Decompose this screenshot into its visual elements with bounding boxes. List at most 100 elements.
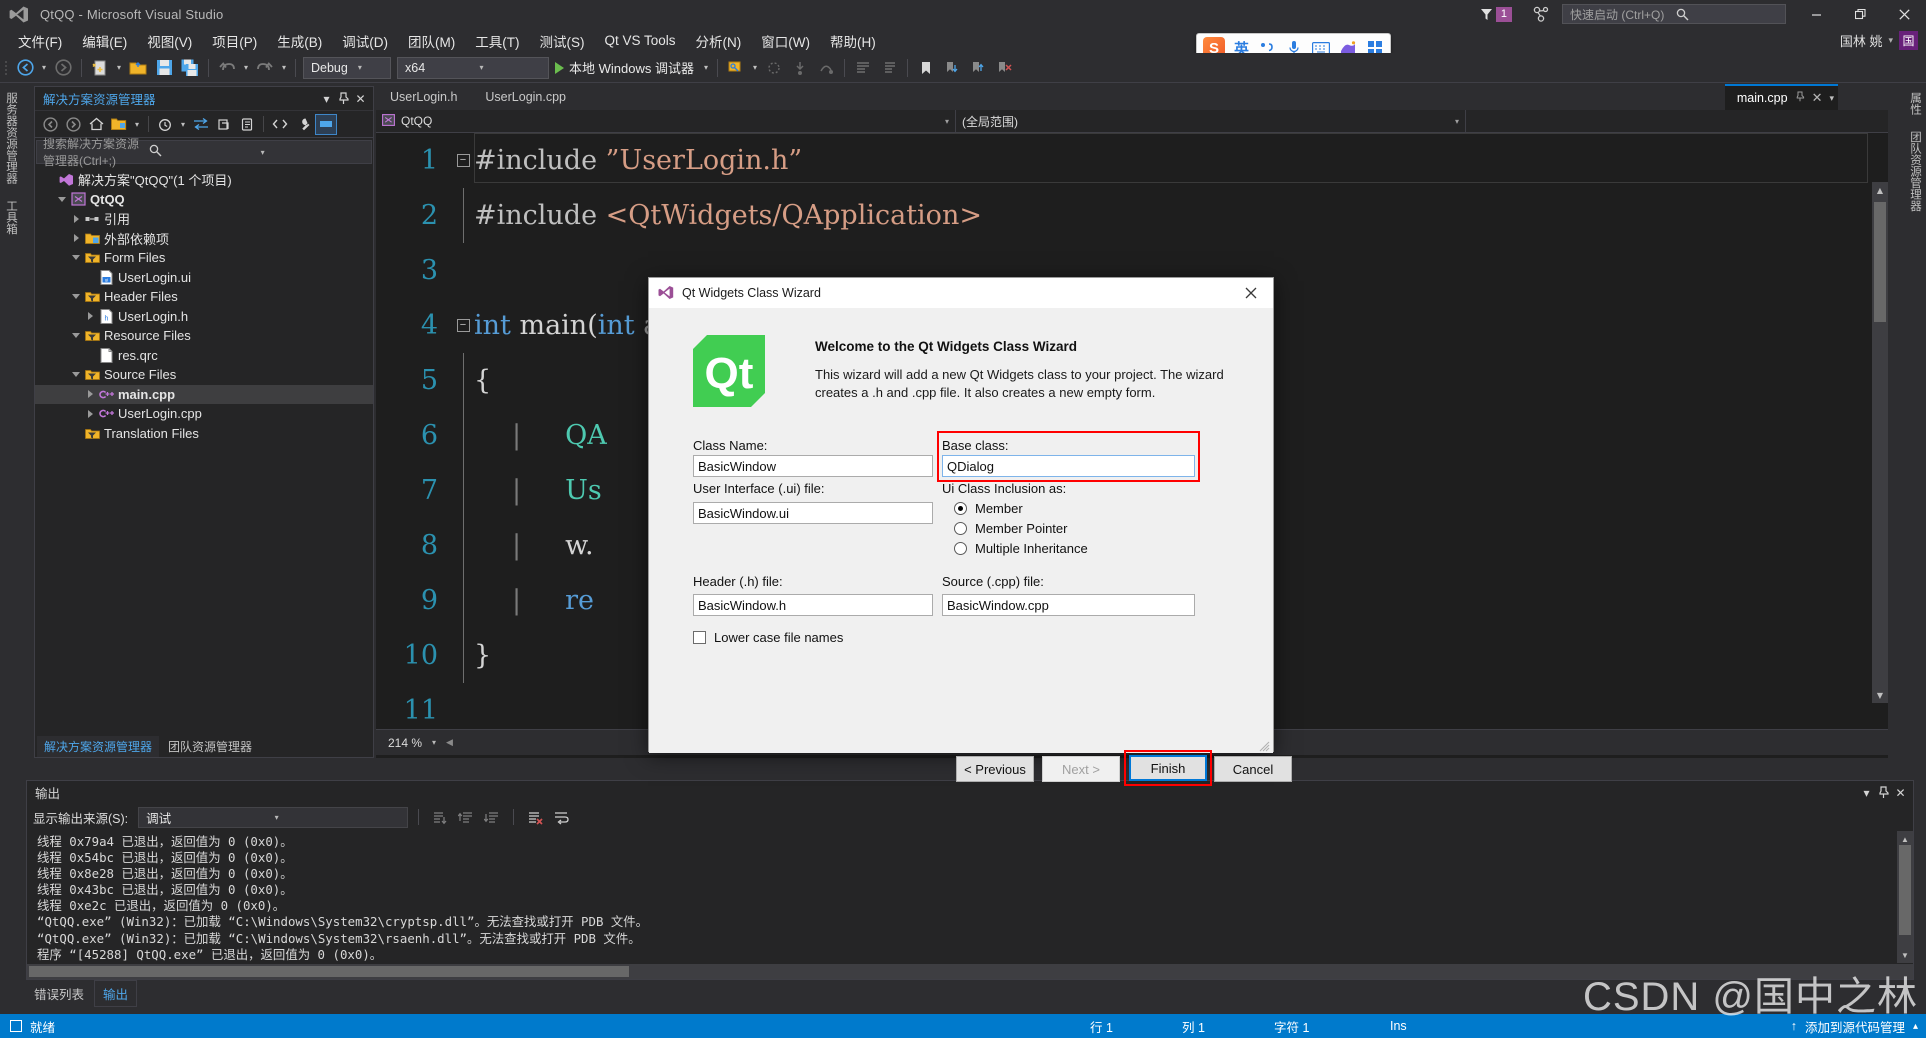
doc-tab-main-cpp[interactable]: main.cpp ✕ ▾ [1724, 84, 1838, 110]
menu-debug[interactable]: 调试(D) [332, 28, 398, 54]
checkbox-icon[interactable] [693, 631, 706, 644]
rail-tab-team-explorer[interactable]: 团队资源管理器 [1902, 123, 1926, 220]
close-button[interactable] [1882, 0, 1926, 28]
radio-multiple-inheritance[interactable]: Multiple Inheritance [954, 541, 1088, 556]
tree-item-external-dependencies[interactable]: 外部依赖项 [35, 229, 373, 249]
toolbar-grip[interactable] [4, 59, 12, 77]
fold-toggle[interactable]: − [452, 154, 474, 167]
output-pin-icon[interactable] [1875, 784, 1892, 802]
pin-icon[interactable] [1795, 89, 1805, 107]
source-control-area[interactable]: ↑ 添加到源代码管理 ▴ [1791, 1017, 1918, 1036]
tree-item-source-files[interactable]: Source Files [35, 365, 373, 385]
tab-error-list[interactable]: 错误列表 [26, 981, 92, 1006]
toggle-word-wrap-icon[interactable] [550, 807, 572, 827]
finish-button[interactable]: Finish [1129, 755, 1207, 781]
notification-flag-icon[interactable] [1479, 6, 1495, 22]
send-feedback-icon[interactable] [1532, 5, 1550, 23]
account-area[interactable]: 国林 姚 ▾ 国 [1840, 28, 1918, 53]
redo-icon[interactable] [252, 56, 278, 80]
menu-qt-vs-tools[interactable]: Qt VS Tools [595, 30, 686, 51]
chevron-down-icon[interactable]: ▾ [749, 63, 761, 72]
panel-pin-icon[interactable] [335, 90, 352, 108]
preview-selected-items-icon[interactable] [315, 113, 337, 135]
radio-member-pointer[interactable]: Member Pointer [954, 521, 1067, 536]
menu-help[interactable]: 帮助(H) [820, 28, 886, 54]
twisty-collapsed[interactable] [83, 390, 97, 399]
tree-item-main-cpp[interactable]: main.cpp [35, 384, 373, 404]
attach-process-icon[interactable] [723, 56, 749, 80]
tree-item-userlogin-h[interactable]: h UserLogin.h [35, 307, 373, 327]
tree-item-userlogin-ui[interactable]: ui UserLogin.ui [35, 268, 373, 288]
twisty-expanded[interactable] [55, 196, 69, 202]
scrollbar-thumb[interactable] [1874, 202, 1886, 322]
radio-button-icon[interactable] [954, 522, 967, 535]
scroll-down-icon[interactable]: ▼ [1897, 947, 1913, 963]
output-close-button[interactable]: ✕ [1892, 784, 1909, 802]
solution-configuration-combo[interactable]: Debug ▾ [303, 56, 391, 79]
save-icon[interactable] [151, 56, 177, 80]
notifications[interactable]: 1 [1479, 6, 1512, 22]
clear-bookmarks-icon[interactable] [991, 56, 1017, 80]
project-scope-combo[interactable]: QtQQ ▾ [376, 109, 956, 133]
output-source-combo[interactable]: 调试 ▾ [138, 806, 409, 828]
twisty-collapsed[interactable] [83, 409, 97, 418]
panel-close-button[interactable]: ✕ [352, 90, 369, 108]
twisty-expanded[interactable] [69, 372, 83, 378]
view-code-icon[interactable] [269, 114, 291, 135]
collapse-all-icon[interactable] [236, 114, 258, 135]
restore-button[interactable] [1838, 0, 1882, 28]
twisty-expanded[interactable] [69, 294, 83, 300]
ui-file-input[interactable]: BasicWindow.ui [693, 502, 933, 524]
tree-item-references[interactable]: 引用 [35, 209, 373, 229]
scroll-up-icon[interactable]: ▲ [1872, 182, 1888, 198]
step-into-icon[interactable] [787, 56, 813, 80]
menu-view[interactable]: 视图(V) [137, 28, 202, 54]
save-all-icon[interactable] [177, 56, 203, 80]
menu-build[interactable]: 生成(B) [267, 28, 332, 54]
base-class-input[interactable]: QDialog [942, 455, 1195, 477]
home-icon[interactable] [85, 114, 107, 135]
undo-icon[interactable] [214, 56, 240, 80]
menu-tools[interactable]: 工具(T) [465, 28, 529, 54]
scroll-down-icon[interactable]: ▼ [1872, 687, 1888, 703]
twisty-collapsed[interactable] [69, 234, 83, 243]
chevron-up-icon[interactable]: ▴ [1913, 1021, 1918, 1032]
output-dropdown-button[interactable]: ▾ [1858, 784, 1875, 802]
comment-block-icon[interactable] [850, 56, 876, 80]
tree-item-solution[interactable]: 解决方案"QtQQ"(1 个项目) [35, 170, 373, 190]
header-file-input[interactable]: BasicWindow.h [693, 594, 933, 616]
tree-item-userlogin-cpp[interactable]: UserLogin.cpp [35, 404, 373, 424]
toggle-breakpoint-icon[interactable] [761, 56, 787, 80]
chevron-down-icon[interactable]: ▾ [1888, 35, 1893, 46]
rail-tab-properties[interactable]: 属性 [1902, 84, 1926, 123]
chevron-down-icon[interactable]: ▾ [240, 63, 252, 72]
previous-bookmark-icon[interactable] [965, 56, 991, 80]
start-debugging-button[interactable]: 本地 Windows 调试器 [549, 58, 700, 77]
scrollbar-thumb[interactable] [1899, 845, 1911, 935]
twisty-collapsed[interactable] [69, 214, 83, 223]
lowercase-file-names-checkbox[interactable]: Lower case file names [693, 630, 843, 645]
forward-icon[interactable] [62, 114, 84, 135]
twisty-collapsed[interactable] [83, 312, 97, 321]
doc-tab-userlogin-cpp[interactable]: UserLogin.cpp [471, 86, 580, 108]
tab-solution-explorer[interactable]: 解决方案资源管理器 [37, 735, 160, 757]
menu-project[interactable]: 项目(P) [202, 28, 267, 54]
tree-item-project-qtqq[interactable]: QtQQ [35, 190, 373, 210]
zoom-level-combo[interactable]: 214 % ▾ [382, 733, 440, 752]
tree-item-res-qrc[interactable]: res.qrc [35, 346, 373, 366]
resize-grip-icon[interactable] [1258, 739, 1270, 752]
properties-icon[interactable] [292, 114, 314, 135]
source-file-input[interactable]: BasicWindow.cpp [942, 594, 1195, 616]
horizontal-scroll-left-icon[interactable]: ◀ [446, 737, 453, 748]
doc-tab-userlogin-h[interactable]: UserLogin.h [376, 86, 471, 108]
avatar[interactable]: 国 [1899, 31, 1918, 50]
search-icon[interactable] [149, 144, 255, 160]
pending-changes-icon[interactable] [154, 114, 176, 135]
add-to-source-control-label[interactable]: 添加到源代码管理 [1805, 1017, 1905, 1036]
menu-file[interactable]: 文件(F) [8, 28, 72, 54]
menu-edit[interactable]: 编辑(E) [72, 28, 137, 54]
chevron-down-icon[interactable]: ▾ [700, 63, 712, 72]
twisty-expanded[interactable] [69, 255, 83, 261]
tree-item-resource-files[interactable]: Resource Files [35, 326, 373, 346]
scrollbar-thumb[interactable] [29, 966, 629, 977]
